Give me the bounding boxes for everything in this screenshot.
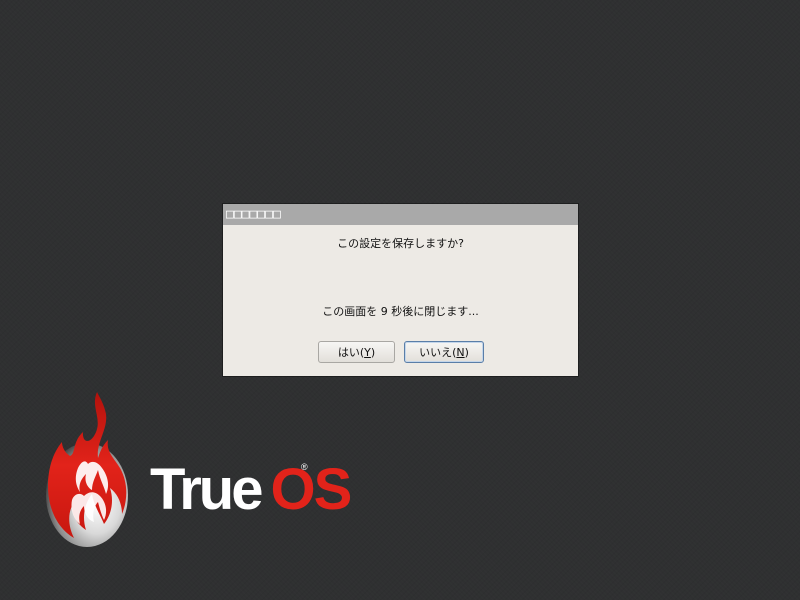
no-button-label: いいえ(	[419, 346, 457, 359]
brand-wordmark: True OS ®	[150, 455, 353, 525]
yes-button-label-end: )	[370, 345, 376, 359]
no-button-label-end: )	[464, 345, 469, 359]
dialog-title: □□□□□□□	[226, 207, 281, 222]
dialog-question: この設定を保存しますか?	[337, 237, 464, 250]
brand-name-true: True	[150, 457, 263, 522]
save-settings-dialog: □□□□□□□ この設定を保存しますか? この画面を 9 秒後に閉じます... …	[223, 204, 578, 376]
registered-mark: ®	[301, 462, 308, 472]
dialog-titlebar[interactable]: □□□□□□□	[223, 204, 578, 225]
brand-name-os: OS	[270, 457, 353, 522]
no-button[interactable]: いいえ(N)	[404, 341, 484, 363]
flame-globe-icon	[46, 392, 128, 547]
dialog-countdown: この画面を 9 秒後に閉じます...	[322, 305, 479, 318]
no-button-mnemonic: N	[456, 345, 465, 359]
yes-button-label: はい(	[337, 346, 365, 359]
yes-button-mnemonic: Y	[364, 345, 371, 359]
desktop: □□□□□□□ この設定を保存しますか? この画面を 9 秒後に閉じます... …	[0, 0, 800, 600]
yes-button[interactable]: はい(Y)	[318, 341, 395, 363]
